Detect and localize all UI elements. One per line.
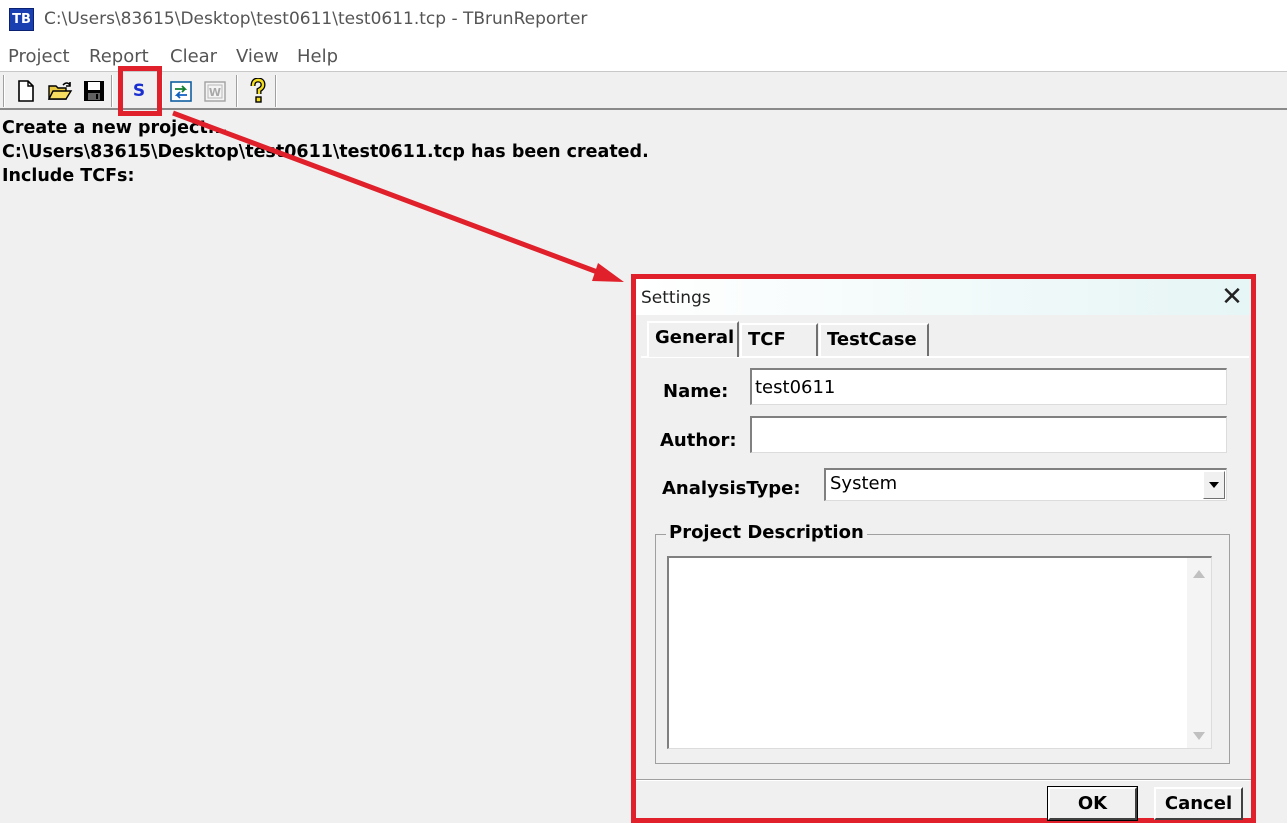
dialog-titlebar: Settings ✕ <box>636 279 1251 315</box>
toolbar-separator <box>3 75 5 107</box>
menu-clear[interactable]: Clear <box>170 46 217 67</box>
menu-view[interactable]: View <box>236 46 279 67</box>
convert-icon <box>170 81 192 102</box>
ok-button[interactable]: OK <box>1047 786 1138 821</box>
cancel-button[interactable]: Cancel <box>1154 787 1243 820</box>
author-label: Author: <box>660 430 737 451</box>
log-line: C:\Users\83615\Desktop\test0611\test0611… <box>2 142 649 162</box>
toolbar: S W <box>0 73 1287 110</box>
app-icon: TB <box>9 8 34 31</box>
svg-text:W: W <box>209 86 221 99</box>
menu-report[interactable]: Report <box>89 46 149 67</box>
tab-general[interactable]: General <box>647 321 739 357</box>
name-label: Name: <box>663 381 729 402</box>
dropdown-button[interactable] <box>1203 471 1225 499</box>
scroll-down-icon[interactable] <box>1193 732 1205 740</box>
window-titlebar: TB C:\Users\83615\Desktop\test0611\test0… <box>0 0 1287 42</box>
project-description-label: Project Description <box>666 522 867 543</box>
new-file-button[interactable] <box>13 77 39 105</box>
new-file-icon <box>18 80 34 102</box>
vertical-scrollbar[interactable] <box>1187 558 1211 748</box>
settings-button-highlight <box>118 66 162 116</box>
save-icon <box>84 81 104 101</box>
convert-button[interactable] <box>168 77 194 105</box>
tab-tcf[interactable]: TCF <box>740 323 818 356</box>
toolbar-separator <box>236 75 238 107</box>
toolbar-separator <box>111 75 113 107</box>
toolbar-separator <box>275 75 277 107</box>
name-field[interactable] <box>750 368 1227 405</box>
save-button[interactable] <box>81 77 107 105</box>
project-description-textarea[interactable] <box>667 556 1212 749</box>
window-title: C:\Users\83615\Desktop\test0611\test0611… <box>44 9 588 29</box>
analysis-type-label: AnalysisType: <box>662 478 801 499</box>
dialog-title: Settings <box>641 288 711 308</box>
log-line: Include TCFs: <box>2 166 135 186</box>
footer-divider <box>636 779 1251 781</box>
chevron-down-icon <box>1209 482 1219 488</box>
analysis-type-value: System <box>830 473 898 494</box>
menu-help[interactable]: Help <box>297 46 338 67</box>
menu-bar: Project Report Clear View Help <box>0 42 1287 72</box>
author-field[interactable] <box>750 416 1227 453</box>
menu-project[interactable]: Project <box>8 46 70 67</box>
settings-dialog: Settings ✕ General TCF TestCase Name: Au… <box>631 274 1256 823</box>
tab-testcase[interactable]: TestCase <box>819 323 929 356</box>
log-output: Create a new project... C:\Users\83615\D… <box>2 116 649 188</box>
help-button[interactable] <box>245 77 271 105</box>
close-icon[interactable]: ✕ <box>1218 283 1246 311</box>
word-export-button[interactable]: W <box>202 77 228 105</box>
help-icon <box>250 78 266 103</box>
open-folder-icon <box>47 82 73 100</box>
scroll-up-icon[interactable] <box>1193 570 1205 578</box>
open-button[interactable] <box>47 77 73 105</box>
log-line: Create a new project... <box>2 118 228 138</box>
word-export-icon: W <box>204 81 226 102</box>
analysis-type-select[interactable]: System <box>824 468 1227 501</box>
